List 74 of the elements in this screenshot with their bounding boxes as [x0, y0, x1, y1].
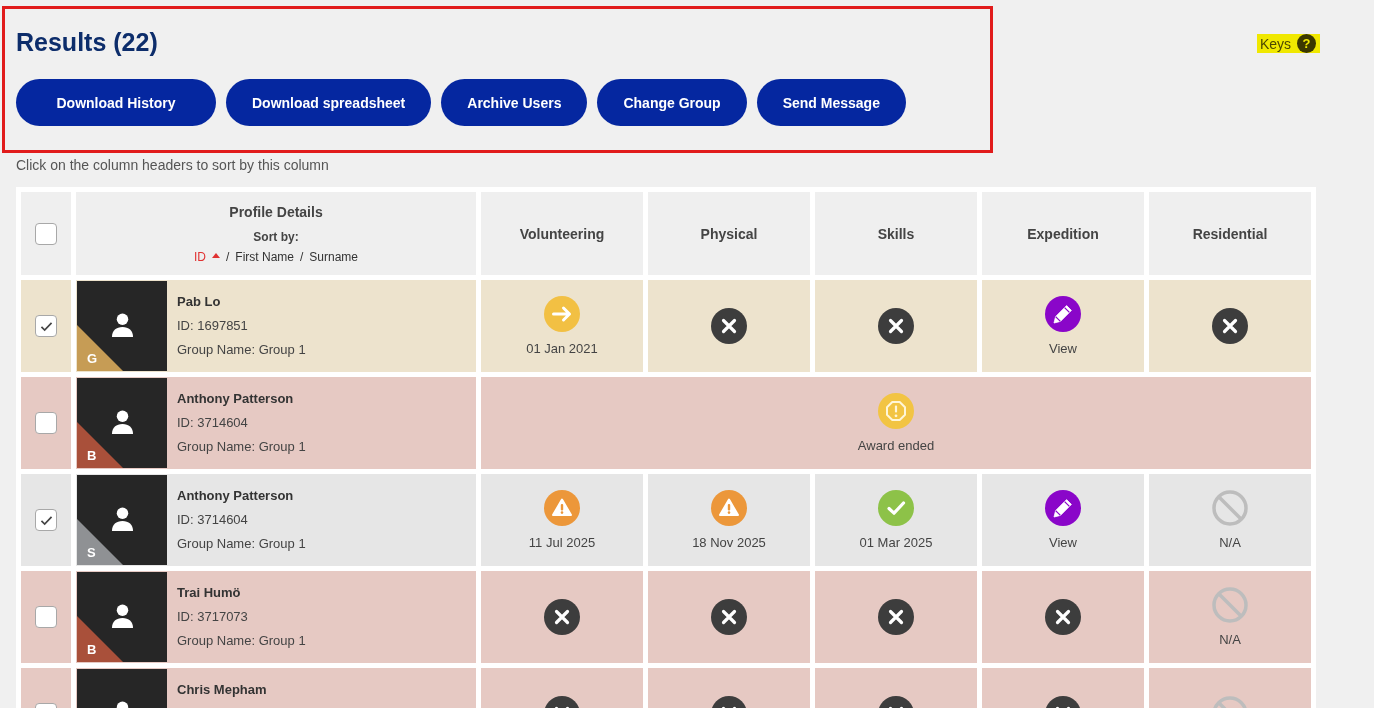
sort-link[interactable]: First Name — [235, 248, 294, 265]
cross-icon — [711, 308, 747, 344]
action-button[interactable]: Change Group — [597, 79, 747, 126]
view-link[interactable]: View — [1049, 534, 1077, 551]
checkmark-icon — [39, 514, 53, 526]
column-header[interactable]: Residential — [1149, 192, 1311, 275]
column-title: Profile Details — [229, 202, 323, 221]
person-name: Pab Lo — [177, 293, 222, 311]
row-checkbox[interactable] — [35, 509, 57, 531]
sort-link[interactable]: ID — [193, 248, 206, 265]
person-icon — [110, 506, 134, 532]
cross-icon — [711, 599, 747, 635]
group-name: Group Name: Group 1 — [177, 341, 306, 359]
pencil-icon — [1045, 295, 1081, 332]
arrow-right-icon — [544, 295, 580, 332]
sort-separator: / — [225, 248, 230, 265]
person-icon — [110, 312, 134, 338]
person-name: Chris Mepham — [177, 681, 267, 699]
action-button[interactable]: Download spreadsheet — [226, 79, 432, 126]
status-caption: N/A — [1219, 631, 1241, 648]
person-icon — [110, 603, 134, 629]
person-name: Trai Humö — [177, 584, 242, 602]
sort-label: Sort by: — [253, 228, 299, 245]
status-caption: 01 Jan 2021 — [526, 340, 598, 357]
column-header[interactable]: Physical — [648, 192, 810, 275]
person-id: ID: 3714604 — [177, 511, 249, 529]
person-id: ID: 1697851 — [177, 317, 249, 335]
check-icon — [878, 489, 914, 526]
column-header[interactable]: Volunteering — [481, 192, 643, 275]
status-caption: 11 Jul 2025 — [528, 534, 596, 551]
sort-hint: Click on the column headers to sort by this column — [16, 156, 330, 174]
status-caption: N/A — [1219, 534, 1241, 551]
award-corner: B — [77, 616, 123, 662]
results-title: Results (22) — [16, 27, 159, 58]
status-caption: 01 Mar 2025 — [859, 534, 933, 551]
warning-icon — [711, 489, 747, 526]
cross-icon — [878, 308, 914, 344]
group-name: Group Name: Group 1 — [177, 632, 306, 650]
person-name: Anthony Patterson — [177, 390, 295, 408]
status-caption: 18 Nov 2025 — [692, 534, 766, 551]
cross-icon — [1045, 599, 1081, 635]
ban-icon — [1212, 586, 1248, 623]
cross-icon — [878, 599, 914, 635]
checkmark-icon — [39, 320, 53, 332]
octagon-alert-icon — [878, 392, 914, 429]
help-icon: ? — [1297, 34, 1316, 53]
award-corner: G — [77, 325, 123, 371]
warning-icon — [544, 489, 580, 526]
view-link[interactable]: View — [1049, 340, 1077, 357]
group-name: Group Name: Group 1 — [177, 535, 306, 553]
action-button[interactable]: Archive Users — [441, 79, 588, 126]
group-name: Group Name: Group 1 — [177, 438, 306, 456]
person-id: ID: 3714604 — [177, 414, 249, 432]
award-corner: S — [77, 519, 123, 565]
ban-icon — [1212, 489, 1248, 526]
sort-separator: / — [300, 248, 304, 265]
column-header[interactable]: Skills — [815, 192, 977, 275]
person-icon — [110, 409, 134, 435]
row-checkbox[interactable] — [35, 315, 57, 337]
keys-link[interactable]: Keys ? — [1256, 34, 1320, 53]
action-button[interactable]: Send Message — [756, 79, 906, 126]
person-id: ID: 3717073 — [177, 608, 249, 626]
pencil-icon — [1045, 489, 1081, 526]
row-checkbox[interactable] — [35, 606, 57, 628]
action-button[interactable]: Download History — [16, 79, 216, 126]
sort-link[interactable]: Surname — [309, 248, 359, 265]
status-caption: Award ended — [857, 437, 935, 454]
person-name: Anthony Patterson — [177, 487, 295, 505]
cross-icon — [1212, 308, 1248, 344]
row-checkbox[interactable] — [35, 412, 57, 434]
cross-icon — [544, 599, 580, 635]
select-all-checkbox[interactable] — [35, 222, 57, 245]
award-corner: B — [77, 422, 123, 468]
column-header[interactable]: Expedition — [982, 192, 1144, 275]
